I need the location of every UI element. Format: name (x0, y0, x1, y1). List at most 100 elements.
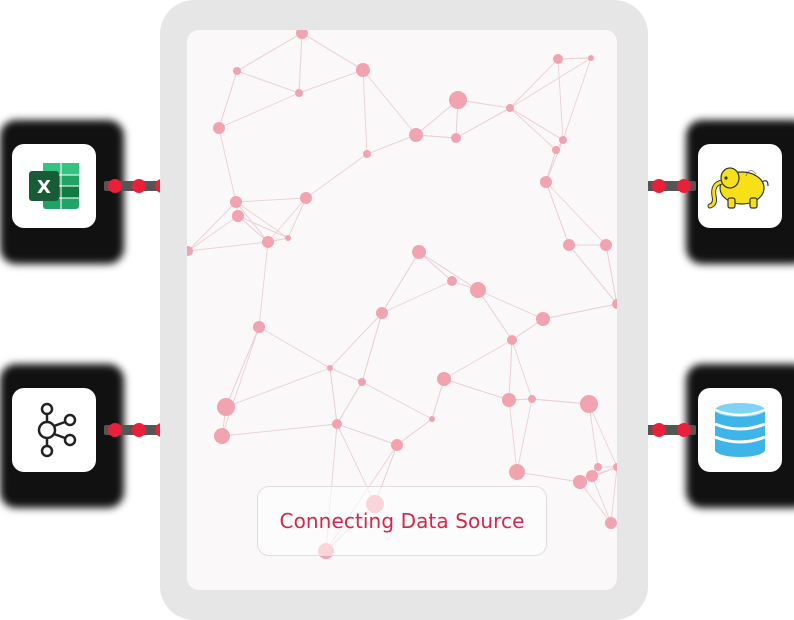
network-edge (455, 107, 511, 139)
status-pill: Connecting Data Source (257, 486, 547, 556)
kafka-icon (37, 402, 77, 458)
hadoop-tile[interactable] (698, 144, 782, 228)
network-edge (329, 367, 363, 383)
network-node (612, 299, 617, 309)
network-edge (218, 92, 300, 129)
network-edge (218, 70, 238, 129)
network-node (540, 176, 552, 188)
connector-dot (677, 179, 691, 193)
network-edge (329, 367, 338, 425)
network-edge (591, 475, 612, 524)
network-node (358, 378, 366, 386)
svg-text:X: X (37, 177, 51, 198)
network-edge (298, 32, 303, 94)
network-edge (557, 58, 564, 141)
network-node (356, 63, 370, 77)
network-edge (305, 153, 368, 199)
network-edge (579, 481, 612, 524)
network-edge (516, 398, 533, 473)
network-edge (508, 399, 518, 473)
network-node (506, 104, 514, 112)
network-edge (542, 303, 617, 320)
network-edge (258, 241, 269, 328)
connector-dot (108, 179, 122, 193)
network-node (605, 517, 617, 529)
network-edge (225, 326, 260, 408)
network-edge (187, 201, 237, 252)
hadoop-source (686, 120, 794, 268)
network-edge (235, 201, 289, 239)
network-edge (221, 423, 338, 437)
database-source (686, 364, 794, 512)
excel-tile[interactable]: X (12, 144, 96, 228)
network-node (507, 335, 517, 345)
network-edge (509, 58, 559, 109)
network-edge (258, 326, 331, 369)
network-edge (396, 418, 433, 446)
network-edge (362, 69, 417, 136)
network-edge (187, 241, 269, 252)
network-edge (235, 197, 307, 203)
network-edge (287, 197, 307, 239)
network-node (552, 146, 560, 154)
network-node (295, 89, 303, 97)
network-edge (361, 381, 433, 420)
network-edge (225, 367, 331, 408)
network-node (213, 122, 225, 134)
network-edge (545, 181, 570, 246)
network-node (470, 282, 486, 298)
status-label: Connecting Data Source (279, 509, 525, 533)
network-edge (381, 251, 420, 314)
connector-dot (108, 423, 122, 437)
network-node (187, 246, 193, 256)
network-edge (298, 69, 364, 94)
network-node (594, 463, 602, 471)
network-node (588, 55, 594, 61)
network-edge (336, 381, 363, 425)
network-node (509, 464, 525, 480)
connector-dot (652, 423, 666, 437)
connector-dot (132, 423, 146, 437)
network-node (285, 235, 291, 241)
network-edge (236, 70, 300, 94)
network-node (613, 463, 617, 471)
network-node (563, 239, 575, 251)
network-node (296, 30, 308, 39)
network-edge (562, 57, 592, 141)
network-node (447, 276, 457, 286)
network-edge (362, 69, 368, 155)
network-panel: Connecting Data Source (187, 30, 617, 590)
network-node (376, 307, 388, 319)
network-edge (511, 339, 533, 400)
hadoop-icon (707, 167, 769, 209)
excel-icon: X (29, 163, 79, 209)
network-node (332, 419, 342, 429)
database-tile[interactable] (698, 388, 782, 472)
kafka-tile[interactable] (12, 388, 96, 472)
connector-dot (652, 179, 666, 193)
network-node (409, 128, 423, 142)
network-edge (509, 107, 557, 151)
network-node (536, 312, 550, 326)
network-edge (509, 57, 592, 109)
network-edge (221, 326, 260, 437)
network-node (412, 245, 426, 259)
network-edge (610, 466, 617, 524)
network-edge (568, 244, 617, 305)
network-edge (509, 107, 564, 141)
connector-dot (677, 423, 691, 437)
network-node (600, 239, 612, 251)
network-node (391, 439, 403, 451)
network-node (232, 210, 244, 222)
network-edge (336, 423, 398, 446)
excel-source: X (0, 120, 124, 268)
network-edge (218, 127, 237, 203)
network-node (502, 393, 516, 407)
network-edge (443, 378, 510, 401)
network-node (363, 150, 371, 158)
network-edge (508, 339, 513, 401)
network-node (262, 236, 274, 248)
network-node (559, 136, 567, 144)
network-edge (443, 339, 513, 380)
network-edge (187, 215, 239, 252)
